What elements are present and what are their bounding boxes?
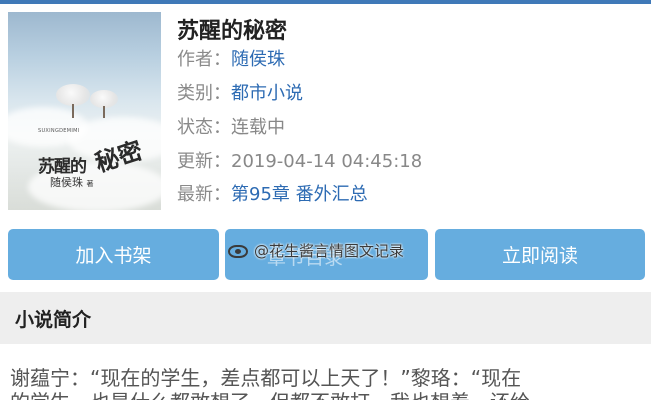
weibo-icon: [226, 242, 250, 260]
info-label: 类别：: [177, 83, 231, 104]
book-cover[interactable]: SUXINGDEMIMI 苏醒的 秘密 随侯珠 著: [8, 12, 161, 210]
info-row-latest: 最新：第95章 番外汇总: [177, 183, 368, 207]
cover-small-text: SUXINGDEMIMI: [38, 128, 80, 134]
cover-author-suffix: 著: [86, 180, 94, 188]
info-label: 状态：: [177, 117, 231, 138]
info-label: 最新：: [177, 184, 231, 205]
info-row-updated: 更新：2019-04-14 04:45:18: [177, 150, 422, 174]
weibo-watermark: @花生酱言情图文记录: [226, 240, 404, 261]
author-link[interactable]: 随侯珠: [231, 49, 285, 70]
add-to-shelf-button[interactable]: 加入书架: [8, 229, 219, 280]
intro-section-header: [0, 292, 651, 344]
cover-tree-trunk: [72, 104, 74, 118]
info-row-category: 类别：都市小说: [177, 82, 303, 106]
updated-value: 2019-04-14 04:45:18: [231, 151, 423, 172]
cover-tree-trunk: [103, 106, 105, 118]
info-label: 作者：: [177, 49, 231, 70]
category-link[interactable]: 都市小说: [231, 83, 303, 104]
info-row-author: 作者：随侯珠: [177, 48, 285, 72]
info-row-status: 状态：连载中: [177, 116, 285, 140]
intro-section-title: 小说简介: [15, 309, 92, 331]
book-title: 苏醒的秘密: [177, 19, 288, 44]
read-now-button[interactable]: 立即阅读: [435, 229, 645, 280]
cover-author-name: 随侯珠: [50, 176, 83, 189]
cover-tree: [56, 84, 90, 106]
top-accent-bar: [0, 0, 651, 4]
status-value: 连载中: [231, 117, 285, 138]
watermark-text: @花生酱言情图文记录: [254, 242, 405, 260]
latest-chapter-link[interactable]: 第95章 番外汇总: [231, 184, 368, 205]
intro-text-line2: 的学生，也是什么都敢想了。但都不敢打，我也想着，还给: [10, 392, 530, 400]
cover-author: 随侯珠 著: [50, 174, 94, 190]
info-label: 更新：: [177, 151, 231, 172]
